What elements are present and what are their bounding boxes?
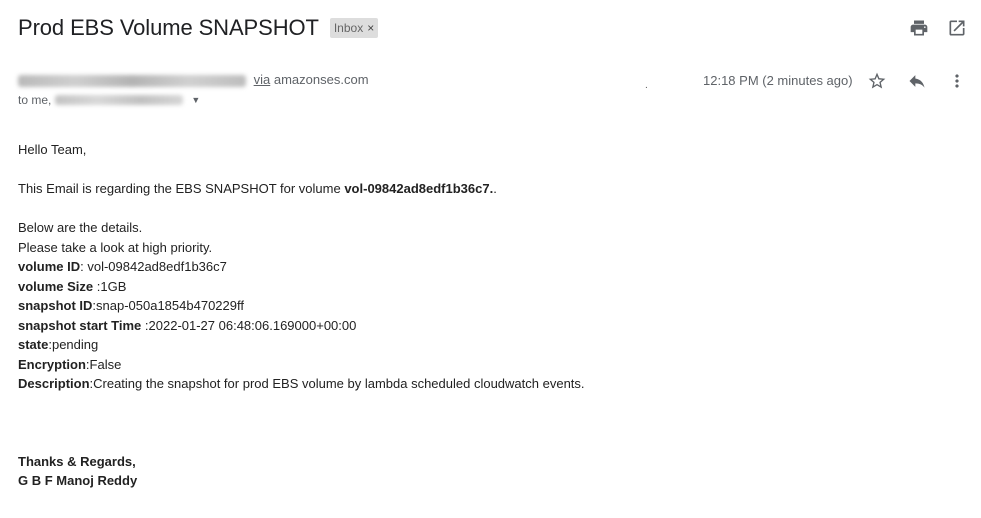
sender-email-redacted xyxy=(18,74,246,87)
inbox-label-text: Inbox xyxy=(333,21,364,35)
signature-text: G B F Manoj Reddy xyxy=(18,473,138,488)
field-value: :False xyxy=(85,356,122,372)
chevron-down-icon[interactable]: ▼ xyxy=(191,95,200,105)
intro-suffix: . xyxy=(493,181,497,196)
field-description: Description:Creating the snapshot for pr… xyxy=(18,374,585,394)
via-link[interactable]: via xyxy=(254,72,271,87)
to-prefix: to me, xyxy=(18,93,52,107)
priority-line: Please take a look at high priority. xyxy=(18,239,213,255)
field-snapshot-id: snapshot ID:snap-050a1854b470229ff xyxy=(18,296,585,316)
field-value: :pending xyxy=(48,337,99,352)
top-icons xyxy=(909,18,967,38)
field-label: snapshot start Time xyxy=(18,317,142,333)
timestamp: 12:18 PM (2 minutes ago) xyxy=(703,73,853,88)
field-label: volume Size xyxy=(18,278,94,294)
recipient-row: to me, ▼ xyxy=(18,93,200,107)
field-snapshot-start-time: snapshot start Time :2022-01-27 06:48:06… xyxy=(18,316,585,336)
message-actions xyxy=(867,71,967,91)
inbox-label-chip[interactable]: Inbox × xyxy=(329,18,379,38)
field-encryption: Encryption:False xyxy=(18,355,585,375)
details-line: Below are the details. xyxy=(18,220,143,235)
print-icon[interactable] xyxy=(909,18,929,38)
closing-text: Thanks & Regards, xyxy=(18,453,136,469)
remove-label-icon[interactable]: × xyxy=(367,21,374,35)
email-body: Hello Team, This Email is regarding the … xyxy=(18,140,585,491)
field-value: :snap-050a1854b470229ff xyxy=(92,298,244,313)
subject-row: Prod EBS Volume SNAPSHOT Inbox × xyxy=(18,15,379,41)
star-icon[interactable] xyxy=(867,71,887,91)
field-label: Encryption xyxy=(18,356,86,372)
closing: Thanks & Regards, xyxy=(18,452,585,472)
field-label: snapshot ID xyxy=(18,298,93,313)
field-value: :2022-01-27 06:48:06.169000+00:00 xyxy=(141,317,357,333)
intro-prefix: This Email is regarding the EBS SNAPSHOT… xyxy=(18,181,345,196)
field-value: :1GB xyxy=(93,278,127,294)
email-subject: Prod EBS Volume SNAPSHOT xyxy=(18,15,319,40)
open-in-new-window-icon[interactable] xyxy=(947,18,967,38)
greeting: Hello Team, xyxy=(18,142,87,157)
field-label: Description xyxy=(18,376,90,391)
recipient-redacted xyxy=(55,95,184,105)
field-value: : vol-09842ad8edf1b36c7 xyxy=(80,259,227,274)
field-label: state xyxy=(18,337,49,352)
field-label: volume ID xyxy=(18,259,81,274)
sender-row: via amazonses.com xyxy=(18,72,369,87)
field-state: state:pending xyxy=(18,335,585,355)
signature: G B F Manoj Reddy xyxy=(18,471,585,491)
intro-line: This Email is regarding the EBS SNAPSHOT… xyxy=(18,179,585,199)
via-domain: amazonses.com xyxy=(273,72,369,87)
field-volume-id: volume ID: vol-09842ad8edf1b36c7 xyxy=(18,257,585,277)
intro-volume: vol-09842ad8edf1b36c7. xyxy=(344,181,494,196)
field-value: :Creating the snapshot for prod EBS volu… xyxy=(89,376,585,391)
more-vert-icon[interactable] xyxy=(947,71,967,91)
stray-mark: . xyxy=(645,80,648,91)
field-volume-size: volume Size :1GB xyxy=(18,277,585,297)
email-view: Prod EBS Volume SNAPSHOT Inbox × via ama… xyxy=(0,0,981,518)
reply-icon[interactable] xyxy=(907,71,927,91)
